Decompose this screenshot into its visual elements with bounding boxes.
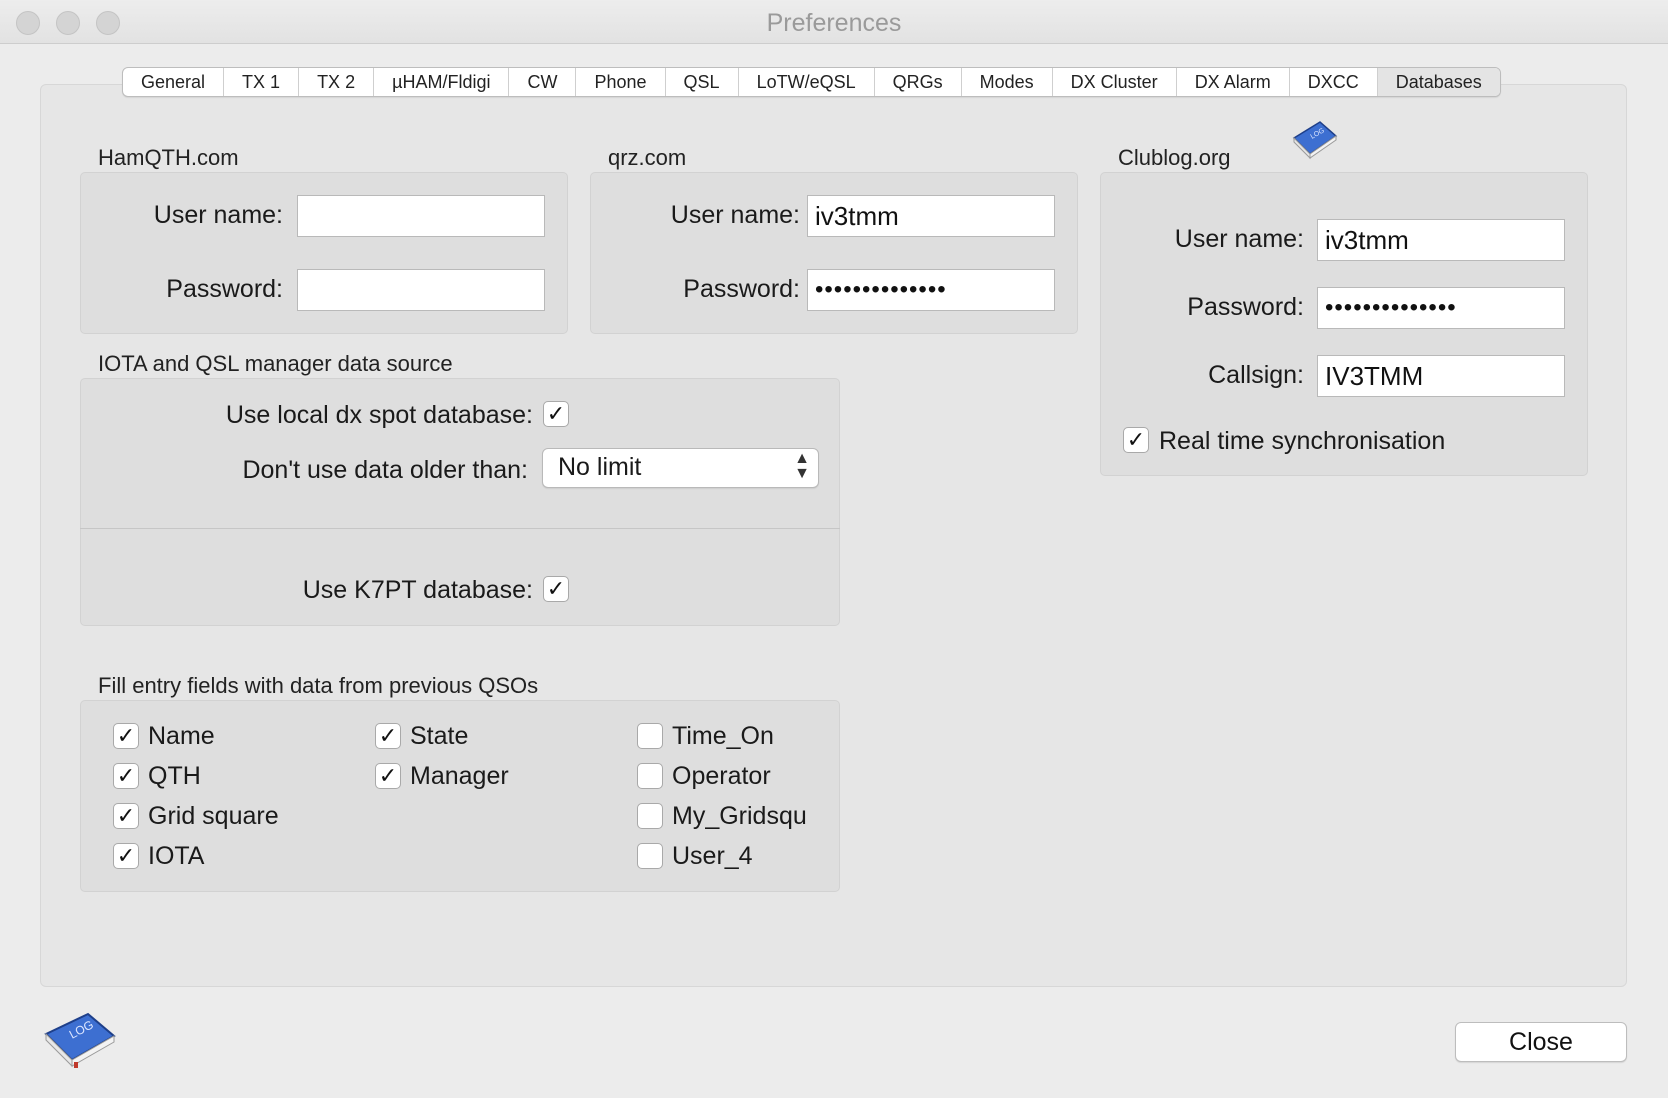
clublog-log-book-icon: LOG xyxy=(1292,121,1338,160)
qrz-username-field[interactable]: iv3tmm xyxy=(807,195,1055,237)
fill-operator-label: Operator xyxy=(672,762,771,790)
clublog-username-field[interactable]: iv3tmm xyxy=(1317,219,1565,261)
local-db-checkbox[interactable]: ✓ xyxy=(543,401,569,427)
fill-operator-checkbox[interactable] xyxy=(637,763,663,789)
clublog-realtime-checkbox[interactable]: ✓ xyxy=(1123,427,1149,453)
fill-grid-square-label: Grid square xyxy=(148,802,279,830)
window-title: Preferences xyxy=(766,9,902,37)
app-log-book-icon: LOG xyxy=(44,1012,116,1068)
tab-uham-fldigi[interactable]: µHAM/Fldigi xyxy=(374,68,510,96)
clublog-group-title: Clublog.org xyxy=(1118,145,1231,170)
fill-grid-square-checkbox[interactable]: ✓ xyxy=(113,803,139,829)
fill-qth-label: QTH xyxy=(148,762,201,790)
tab-tx1[interactable]: TX 1 xyxy=(224,68,300,96)
tab-general[interactable]: General xyxy=(123,68,225,96)
qrz-username-label: User name: xyxy=(670,201,800,229)
fill-time-on-label: Time_On xyxy=(672,722,774,750)
title-bar: Preferences xyxy=(0,0,1668,44)
fill-group-title: Fill entry fields with data from previou… xyxy=(98,673,539,698)
hamqth-password-label: Password: xyxy=(166,275,283,303)
tab-bar: General TX 1 TX 2 µHAM/Fldigi CW Phone Q… xyxy=(122,67,1501,97)
qrz-password-label: Password: xyxy=(683,275,800,303)
clublog-callsign-field[interactable]: IV3TMM xyxy=(1317,355,1565,397)
hamqth-username-label: User name: xyxy=(153,201,283,229)
chevron-updown-icon: ▲ ▼ xyxy=(794,450,810,482)
fill-manager-checkbox[interactable]: ✓ xyxy=(375,763,401,789)
tab-lotw-eqsl[interactable]: LoTW/eQSL xyxy=(739,68,875,96)
preferences-window: Preferences General TX 1 TX 2 µHAM/Fldig… xyxy=(0,0,1668,1098)
fill-state-checkbox[interactable]: ✓ xyxy=(375,723,401,749)
tab-dx-cluster[interactable]: DX Cluster xyxy=(1053,68,1177,96)
fill-iota-label: IOTA xyxy=(148,842,205,870)
tab-qsl[interactable]: QSL xyxy=(666,68,739,96)
hamqth-password-field[interactable] xyxy=(297,269,545,311)
k7pt-checkbox[interactable]: ✓ xyxy=(543,576,569,602)
fill-qth-checkbox[interactable]: ✓ xyxy=(113,763,139,789)
tab-qrgs[interactable]: QRGs xyxy=(875,68,962,96)
tab-dxcc[interactable]: DXCC xyxy=(1290,68,1378,96)
iota-divider xyxy=(80,528,840,529)
hamqth-username-field[interactable] xyxy=(297,195,545,237)
clublog-password-field[interactable]: •••••••••••••• xyxy=(1317,287,1565,329)
fill-user4-checkbox[interactable] xyxy=(637,843,663,869)
close-button[interactable]: Close xyxy=(1455,1022,1627,1062)
tab-modes[interactable]: Modes xyxy=(962,68,1053,96)
qrz-group-title: qrz.com xyxy=(608,145,687,170)
clublog-realtime-label: Real time synchronisation xyxy=(1159,427,1446,455)
fill-manager-label: Manager xyxy=(410,762,509,790)
older-than-select[interactable]: No limit ▲ ▼ xyxy=(542,448,819,488)
fill-user4-label: User_4 xyxy=(672,842,753,870)
fill-state-label: State xyxy=(410,722,469,750)
tab-tx2[interactable]: TX 2 xyxy=(299,68,375,96)
tab-cw[interactable]: CW xyxy=(509,68,577,96)
tab-databases[interactable]: Databases xyxy=(1377,68,1500,96)
hamqth-group-title: HamQTH.com xyxy=(98,145,239,170)
k7pt-label: Use K7PT database: xyxy=(302,576,533,604)
fill-name-label: Name xyxy=(148,722,215,750)
clublog-callsign-label: Callsign: xyxy=(1208,361,1304,389)
fill-name-checkbox[interactable]: ✓ xyxy=(113,723,139,749)
clublog-username-label: User name: xyxy=(1174,225,1304,253)
clublog-password-label: Password: xyxy=(1187,293,1304,321)
fill-my-gridsquare-label: My_Gridsqu xyxy=(672,802,807,830)
tab-dx-alarm[interactable]: DX Alarm xyxy=(1177,68,1290,96)
older-than-label: Don't use data older than: xyxy=(242,456,528,484)
qrz-password-field[interactable]: •••••••••••••• xyxy=(807,269,1055,311)
tab-phone[interactable]: Phone xyxy=(576,68,666,96)
fill-my-gridsquare-checkbox[interactable] xyxy=(637,803,663,829)
fill-iota-checkbox[interactable]: ✓ xyxy=(113,843,139,869)
fill-time-on-checkbox[interactable] xyxy=(637,723,663,749)
local-db-label: Use local dx spot database: xyxy=(225,401,533,429)
older-than-value: No limit xyxy=(558,453,642,481)
iota-group-title: IOTA and QSL manager data source xyxy=(98,351,453,376)
